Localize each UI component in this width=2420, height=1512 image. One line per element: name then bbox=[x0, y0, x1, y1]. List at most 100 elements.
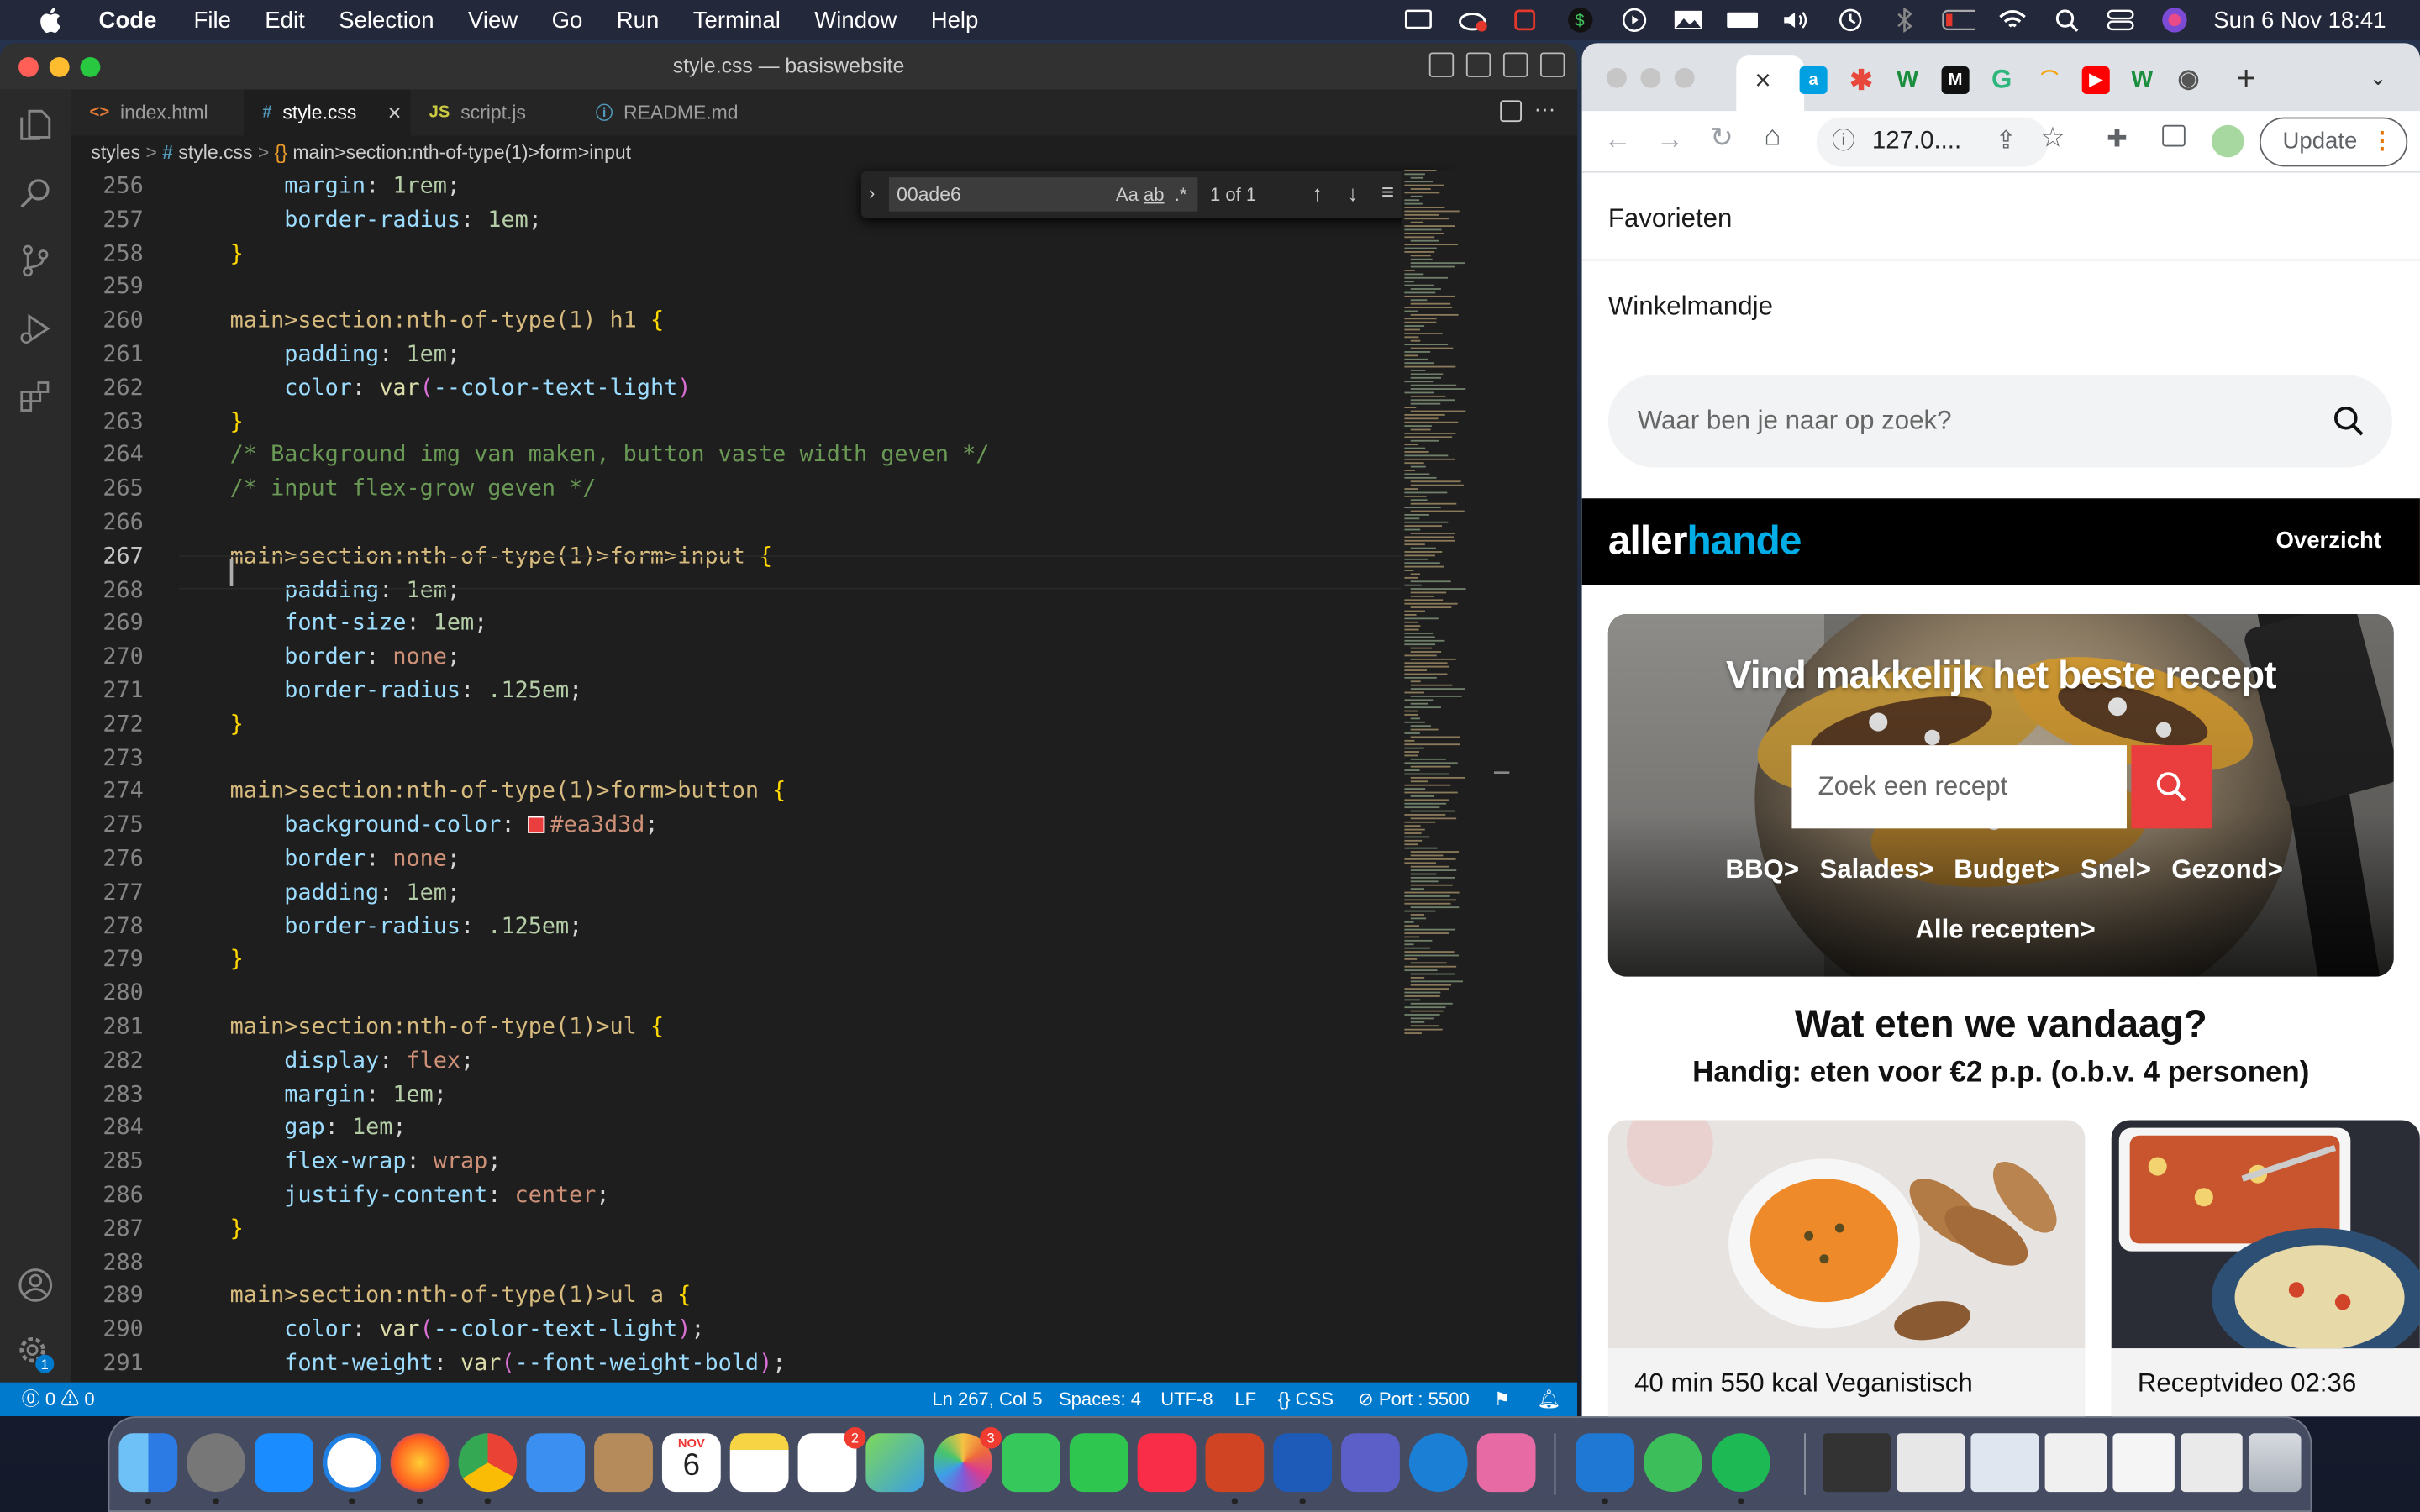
maps-icon[interactable] bbox=[865, 1433, 925, 1493]
code-line[interactable]: 283 margin: 1em; bbox=[71, 1078, 1460, 1111]
site-search-input[interactable]: Waar ben je naar op zoek? bbox=[1607, 375, 2392, 468]
home-icon[interactable]: ⌂ bbox=[1764, 120, 1781, 153]
trash-icon[interactable] bbox=[2249, 1433, 2302, 1493]
code-line[interactable]: 277 padding: 1em; bbox=[71, 876, 1460, 910]
menu-run[interactable]: Run bbox=[600, 7, 676, 33]
source-control-icon[interactable] bbox=[15, 241, 55, 281]
line-number[interactable]: 273 bbox=[71, 742, 143, 775]
manage-gear-icon[interactable]: 1 bbox=[15, 1333, 55, 1373]
run-debug-icon[interactable] bbox=[15, 308, 55, 349]
more-actions-icon[interactable]: ··· bbox=[1534, 96, 1556, 120]
word-icon[interactable] bbox=[1273, 1433, 1333, 1493]
apple-menu-icon[interactable] bbox=[33, 3, 66, 37]
asterisk-tab-icon[interactable]: ✱ bbox=[1848, 66, 1876, 94]
w-tab-icon[interactable]: W bbox=[1894, 66, 1922, 94]
code-line[interactable]: 271 border-radius: .125em; bbox=[71, 675, 1460, 708]
kebab-menu-icon[interactable]: ⋮ bbox=[2370, 118, 2394, 163]
minimized-window-thumbnail[interactable] bbox=[1970, 1433, 2039, 1493]
spotify-icon[interactable] bbox=[1711, 1433, 1770, 1493]
network-utility-icon[interactable] bbox=[1408, 1433, 1468, 1493]
back-icon[interactable]: ← bbox=[1603, 123, 1631, 156]
tab-style-css[interactable]: # style.css × bbox=[244, 89, 411, 136]
picture-icon[interactable] bbox=[1672, 6, 1706, 34]
code-line[interactable]: 276 border: none; bbox=[71, 843, 1460, 876]
toggle-secondary-sidebar-icon[interactable] bbox=[1502, 52, 1528, 77]
breadcrumb-file[interactable]: style.css bbox=[178, 142, 252, 164]
line-number[interactable]: 272 bbox=[71, 708, 143, 742]
indentation-status[interactable]: Spaces: 4 bbox=[1059, 1383, 1141, 1416]
creative-cloud-icon[interactable] bbox=[1455, 6, 1489, 34]
overzicht-link[interactable]: Overzicht bbox=[2275, 528, 2381, 554]
code-line[interactable]: 259 bbox=[71, 270, 1460, 304]
menu-go[interactable]: Go bbox=[534, 7, 599, 33]
code-line[interactable]: 258} bbox=[71, 237, 1460, 270]
line-number[interactable]: 285 bbox=[71, 1145, 143, 1179]
menu-edit[interactable]: Edit bbox=[248, 7, 322, 33]
control-center-icon[interactable] bbox=[2104, 6, 2138, 34]
breadcrumb-symbol[interactable]: main>section:nth-of-type(1)>form>input bbox=[292, 142, 631, 164]
tab-index-html[interactable]: <> index.html bbox=[71, 90, 244, 136]
previous-match-icon[interactable]: ↑ bbox=[1312, 181, 1323, 205]
minimap[interactable] bbox=[1401, 170, 1494, 1383]
new-tab-icon[interactable]: + bbox=[2236, 59, 2256, 99]
nav-favorieten-link[interactable]: Favorieten bbox=[1608, 203, 1733, 234]
recipe-card[interactable]: Receptvideo 02:36 bbox=[2111, 1120, 2420, 1417]
customize-layout-icon[interactable] bbox=[1540, 52, 1565, 77]
code-line[interactable]: 280 bbox=[71, 977, 1460, 1011]
allerhande-logo[interactable]: allerhande bbox=[1608, 517, 1802, 564]
menu-window[interactable]: Window bbox=[797, 7, 913, 33]
category-link-gezond[interactable]: Gezond> bbox=[2171, 855, 2283, 886]
line-number[interactable]: 269 bbox=[71, 607, 143, 641]
code-line[interactable]: 274 main>section:nth-of-type(1)>form>butt… bbox=[71, 775, 1460, 809]
explorer-icon[interactable] bbox=[15, 105, 55, 145]
line-number[interactable]: 271 bbox=[71, 675, 143, 708]
line-number[interactable]: 264 bbox=[71, 438, 143, 472]
code-line[interactable]: 282 display: flex; bbox=[71, 1044, 1460, 1078]
vscode-icon[interactable] bbox=[1576, 1433, 1635, 1493]
calendar-icon[interactable]: NOV 6 bbox=[661, 1433, 721, 1493]
all-recipes-link[interactable]: Alle recepten> bbox=[1915, 915, 2095, 946]
code-line[interactable]: 278 border-radius: .125em; bbox=[71, 910, 1460, 943]
spotlight-search-icon[interactable] bbox=[2050, 6, 2084, 34]
side-panel-icon[interactable] bbox=[2162, 124, 2186, 147]
keyboard-icon[interactable] bbox=[1726, 6, 1760, 34]
system-preferences-icon[interactable] bbox=[187, 1433, 246, 1493]
category-link-snel[interactable]: Snel> bbox=[2081, 855, 2151, 886]
line-number[interactable]: 261 bbox=[71, 338, 143, 371]
line-number[interactable]: 260 bbox=[71, 304, 143, 338]
toggle-replace-icon[interactable]: › bbox=[869, 182, 875, 204]
bluetooth-icon[interactable] bbox=[1888, 6, 1922, 34]
forward-icon[interactable]: → bbox=[1656, 123, 1684, 156]
code-line[interactable]: 281 main>section:nth-of-type(1)>ul { bbox=[71, 1011, 1460, 1044]
messages-icon[interactable] bbox=[1002, 1433, 1060, 1493]
line-number[interactable]: 284 bbox=[71, 1111, 143, 1145]
m-tab-icon[interactable]: M bbox=[1941, 66, 1970, 95]
line-number[interactable]: 274 bbox=[71, 775, 143, 809]
menu-app-name[interactable]: Code bbox=[66, 7, 176, 33]
battery-icon[interactable] bbox=[1942, 6, 1976, 34]
code-line[interactable]: 287} bbox=[71, 1212, 1460, 1246]
chrome-icon[interactable] bbox=[458, 1433, 518, 1493]
regex-icon[interactable]: .* bbox=[1175, 184, 1187, 206]
teams-icon[interactable] bbox=[1341, 1433, 1400, 1493]
line-number[interactable]: 265 bbox=[71, 472, 143, 506]
rainbow-tab-icon[interactable]: ⌒ bbox=[2036, 66, 2064, 94]
breadcrumb-folder[interactable]: styles bbox=[91, 142, 140, 164]
line-number[interactable]: 275 bbox=[71, 809, 143, 843]
toggle-panel-icon[interactable] bbox=[1465, 52, 1491, 77]
code-line[interactable]: 286 justify-content: center; bbox=[71, 1179, 1460, 1212]
line-number[interactable]: 258 bbox=[71, 237, 143, 270]
line-number[interactable]: 290 bbox=[71, 1313, 143, 1347]
category-link-budget[interactable]: Budget> bbox=[1954, 855, 2060, 886]
ah-tab-icon[interactable]: a bbox=[1799, 66, 1828, 95]
close-tab-icon[interactable]: × bbox=[1754, 65, 1770, 97]
category-link-bbq[interactable]: BBQ> bbox=[1725, 855, 1799, 886]
menu-terminal[interactable]: Terminal bbox=[676, 7, 798, 33]
profile-avatar[interactable] bbox=[2211, 124, 2244, 158]
zoom-window-button[interactable] bbox=[1674, 67, 1695, 88]
code-line[interactable]: 266 bbox=[71, 506, 1460, 539]
line-number[interactable]: 278 bbox=[71, 910, 143, 943]
app-store-icon[interactable] bbox=[255, 1433, 313, 1493]
time-machine-icon[interactable] bbox=[1833, 6, 1867, 34]
line-number[interactable]: 263 bbox=[71, 405, 143, 438]
